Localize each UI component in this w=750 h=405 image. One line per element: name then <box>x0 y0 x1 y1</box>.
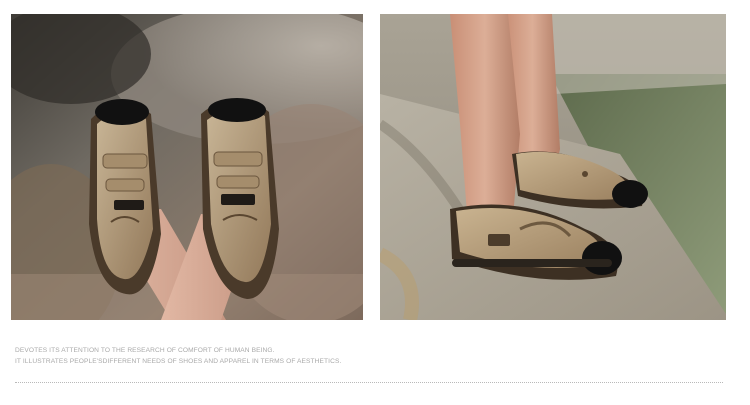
dotted-divider <box>15 382 723 383</box>
caption-line-1: DEVOTES ITS ATTENTION TO THE RESEARCH OF… <box>15 347 275 354</box>
product-photo-feet-up <box>11 14 363 320</box>
caption-line-2: IT ILLUSTRATES PEOPLE'SDIFFERENT NEEDS O… <box>15 358 342 365</box>
product-photo-standing <box>380 14 726 320</box>
